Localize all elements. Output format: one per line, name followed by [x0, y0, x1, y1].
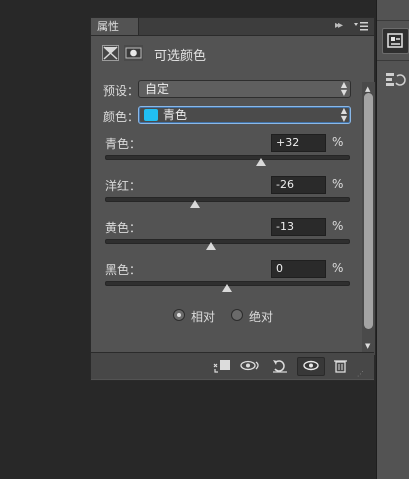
select-arrows-icon: ▲ ▼ — [340, 106, 347, 123]
collapse-panel-icon[interactable]: ▸▸ — [335, 20, 343, 31]
panel-menu-icon[interactable] — [354, 21, 368, 32]
yellow-slider-track[interactable] — [105, 239, 350, 244]
black-slider-thumb[interactable] — [221, 284, 232, 292]
panel-footer: ⋰ — [91, 352, 374, 379]
preset-select[interactable]: 自定 ▲ ▼ — [138, 80, 351, 98]
resize-grip-icon[interactable]: ⋰ — [357, 370, 364, 378]
color-swatch — [144, 109, 158, 121]
cyan-label: 青色： — [105, 137, 142, 151]
trash-icon[interactable] — [329, 357, 351, 374]
magenta-label: 洋红： — [105, 179, 142, 193]
history-panel-icon[interactable] — [382, 68, 407, 92]
preset-label: 预设： — [103, 84, 140, 98]
cyan-value-field[interactable]: +32 — [271, 134, 326, 152]
absolute-label: 绝对 — [249, 310, 274, 324]
relative-radio[interactable] — [173, 309, 185, 321]
yellow-slider-thumb[interactable] — [205, 242, 216, 250]
tab-properties[interactable]: 属性 — [91, 18, 139, 35]
layer-mask-icon[interactable] — [124, 45, 143, 61]
relative-label: 相对 — [191, 310, 216, 324]
yellow-value-field[interactable]: -13 — [271, 218, 326, 236]
visibility-eye-icon[interactable] — [297, 357, 325, 376]
black-value-field[interactable]: 0 — [271, 260, 326, 278]
select-arrows-icon: ▲ ▼ — [340, 80, 347, 97]
cyan-slider-thumb[interactable] — [255, 158, 266, 166]
absolute-radio[interactable] — [231, 309, 243, 321]
colors-label: 颜色： — [103, 110, 140, 124]
yellow-percent: % — [332, 219, 344, 233]
magenta-value-field[interactable]: -26 — [271, 176, 326, 194]
magenta-percent: % — [332, 177, 344, 191]
cyan-slider-track[interactable] — [105, 155, 350, 160]
properties-panel-icon[interactable] — [382, 28, 409, 54]
reset-icon[interactable] — [269, 357, 291, 374]
panel-header: 属性 ▸▸ — [91, 18, 374, 36]
magenta-slider-thumb[interactable] — [189, 200, 200, 208]
cyan-percent: % — [332, 135, 344, 149]
right-panel-dock — [376, 0, 409, 479]
scroll-down-icon[interactable]: ▼ — [365, 342, 370, 350]
scroll-up-icon[interactable]: ▲ — [365, 85, 370, 93]
preset-value: 自定 — [145, 82, 170, 96]
adjustment-icon[interactable] — [102, 45, 119, 61]
properties-panel: 属性 ▸▸ 可选颜色 预设： 自定 ▲ ▼ 颜色： 青色 ▲ ▼ 青色： +32… — [90, 17, 375, 381]
panel-title-row: 可选颜色 — [91, 36, 374, 68]
scrollbar-thumb[interactable] — [364, 93, 373, 329]
black-label: 黑色： — [105, 263, 142, 277]
colors-value: 青色 — [163, 108, 188, 122]
yellow-label: 黄色： — [105, 221, 142, 235]
page-title: 可选颜色 — [154, 49, 207, 64]
view-previous-icon[interactable] — [239, 357, 263, 374]
colors-select[interactable]: 青色 ▲ ▼ — [138, 106, 351, 124]
magenta-slider-track[interactable] — [105, 197, 350, 202]
clip-to-layer-icon[interactable] — [211, 357, 233, 374]
black-percent: % — [332, 261, 344, 275]
